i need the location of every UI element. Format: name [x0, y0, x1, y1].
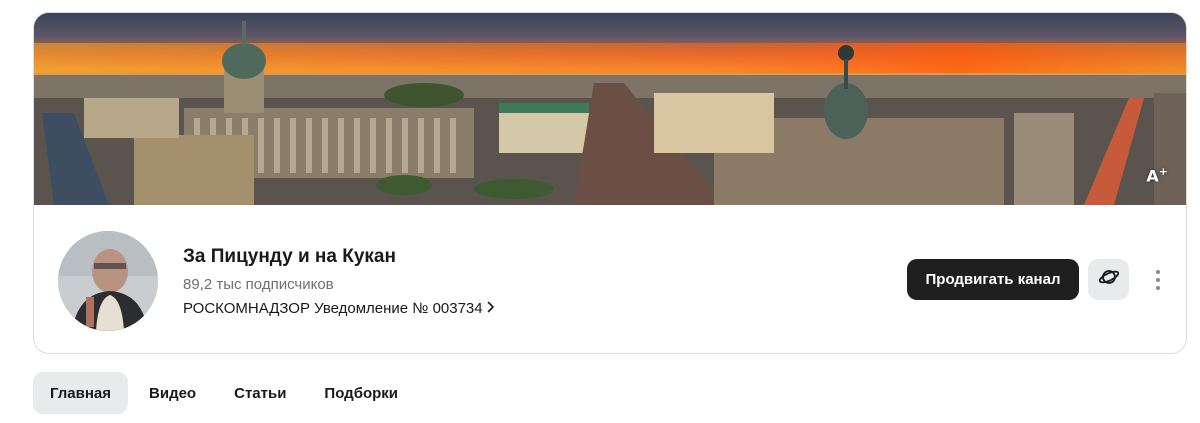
channel-tabs: Главная Видео Статьи Подборки	[33, 372, 415, 414]
planet-button[interactable]	[1088, 259, 1129, 300]
tab-main[interactable]: Главная	[33, 372, 129, 414]
more-options-button[interactable]	[1146, 265, 1170, 295]
font-size-plus: +	[1158, 164, 1168, 178]
rkn-notice-link[interactable]: РОСКОМНАДЗОР Уведомление № 003734	[183, 300, 495, 317]
promote-channel-button[interactable]: Продвигать канал	[907, 259, 1079, 300]
avatar-photo	[58, 231, 158, 331]
subscriber-count: 89,2 тыс подписчиков	[183, 276, 334, 293]
channel-avatar[interactable]	[58, 231, 158, 331]
tab-articles[interactable]: Статьи	[217, 372, 303, 414]
channel-header-card: A+ За Пицунду и на Кукан 89,2 тыс подпис…	[33, 12, 1187, 354]
chevron-right-icon	[487, 300, 495, 317]
tab-video[interactable]: Видео	[132, 372, 213, 414]
font-size-label: A	[1146, 166, 1159, 185]
more-vertical-icon-dot	[1156, 286, 1160, 290]
more-vertical-icon-dot	[1156, 270, 1160, 274]
more-vertical-icon-dot	[1156, 278, 1160, 282]
planet-icon	[1098, 266, 1120, 293]
channel-title: За Пицунду и на Кукан	[183, 246, 396, 267]
rkn-notice-text: РОСКОМНАДЗОР Уведомление № 003734	[183, 300, 483, 317]
channel-banner-image: A+	[34, 13, 1186, 205]
font-size-icon[interactable]: A+	[1146, 165, 1168, 185]
tab-collections[interactable]: Подборки	[307, 372, 415, 414]
city-panorama-illustration	[34, 13, 1186, 205]
